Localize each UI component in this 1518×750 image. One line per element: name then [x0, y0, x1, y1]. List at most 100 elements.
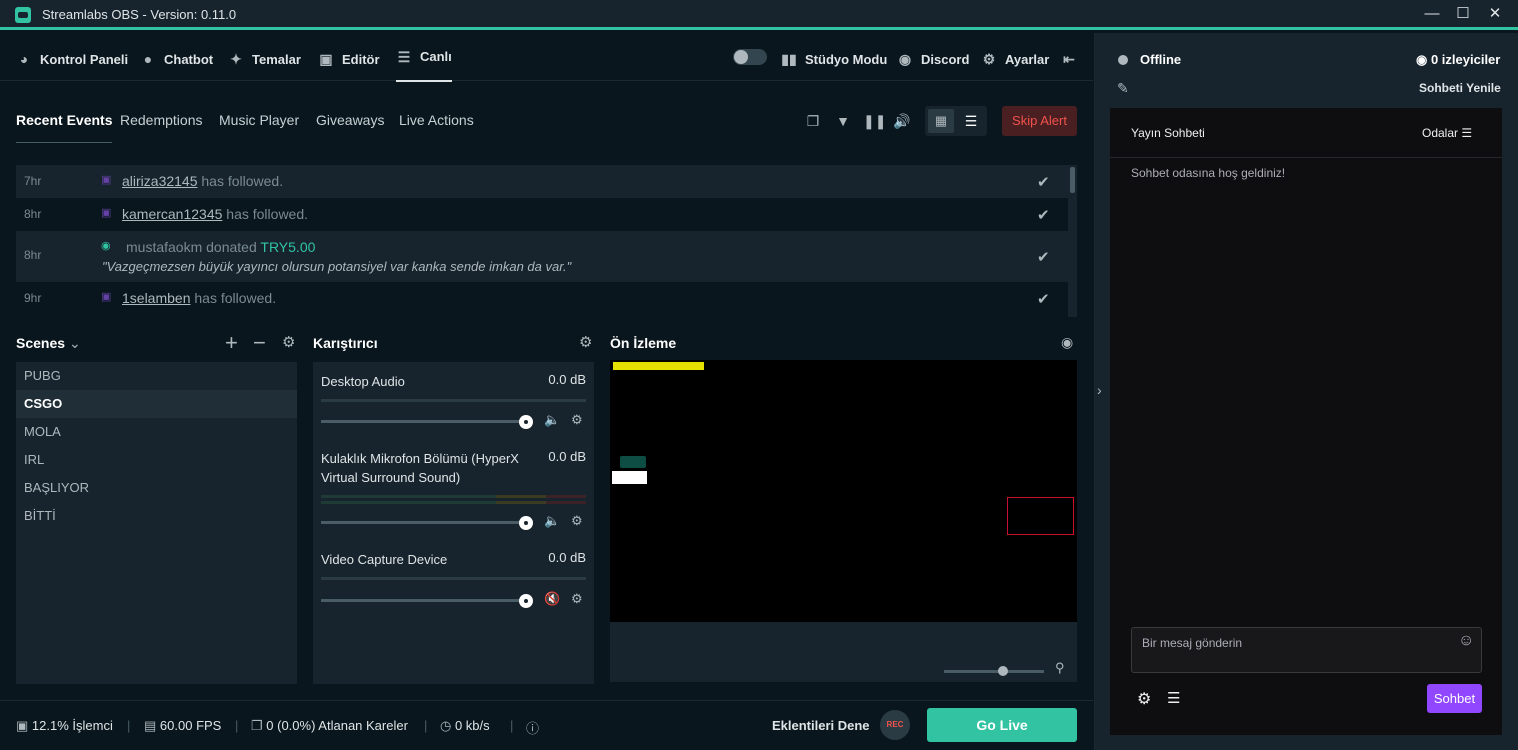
- event-time: 8hr: [24, 248, 42, 262]
- remove-scene-icon[interactable]: −: [253, 330, 266, 356]
- mixer-source-db: 0.0 dB: [548, 372, 586, 387]
- eye-icon[interactable]: ◉: [1061, 334, 1073, 351]
- divider: |: [424, 718, 428, 733]
- emote-icon[interactable]: ☺: [1458, 632, 1474, 650]
- list-view-icon[interactable]: ☰: [958, 109, 984, 133]
- nav-item-chatbot[interactable]: ● Chatbot: [140, 49, 213, 69]
- studio-mode-button[interactable]: ▮▮ Stüdyo Modu: [781, 49, 887, 69]
- cpu-icon: ▣: [16, 718, 29, 733]
- mixer-settings-icon[interactable]: ⚙: [579, 333, 592, 351]
- chat-list-icon[interactable]: ☰: [1167, 689, 1180, 707]
- twitch-icon: ▣: [101, 291, 112, 303]
- night-mode-toggle[interactable]: [733, 49, 767, 65]
- rooms-button[interactable]: Odalar ☰: [1422, 126, 1472, 140]
- speaker-icon[interactable]: 🔈: [544, 412, 560, 428]
- audio-mixer: Desktop Audio 0.0 dB 🔈 ⚙ Kulaklık Mikrof…: [313, 362, 594, 684]
- scene-item[interactable]: BAŞLIYOR: [16, 474, 297, 502]
- event-user-link[interactable]: aliriza32145: [122, 173, 198, 189]
- tab-live-actions[interactable]: Live Actions: [399, 112, 474, 128]
- check-icon[interactable]: ✔: [1037, 248, 1050, 266]
- window-title: Streamlabs OBS - Version: 0.11.0: [42, 7, 237, 22]
- nav-item-editor[interactable]: ▣ Editör: [318, 49, 379, 69]
- event-user-link[interactable]: 1selamben: [122, 290, 191, 306]
- volume-meter: [321, 501, 586, 504]
- tab-recent-events[interactable]: Recent Events: [16, 112, 113, 143]
- send-chat-button[interactable]: Sohbet: [1427, 684, 1482, 713]
- chat-settings-icon[interactable]: ⚙: [1137, 689, 1151, 709]
- event-message: 1selamben has followed.: [122, 290, 277, 306]
- volume-meter: [321, 399, 586, 402]
- volume-slider-knob[interactable]: [519, 516, 533, 530]
- close-icon[interactable]: ✕: [1485, 5, 1505, 23]
- frames-icon: ❐: [251, 718, 263, 733]
- nav-item-live[interactable]: ☰ Canlı: [396, 49, 452, 82]
- volume-icon[interactable]: 🔊: [893, 112, 911, 130]
- preview-zoom-knob[interactable]: [998, 666, 1008, 676]
- preview-zoom-slider[interactable]: [944, 670, 1044, 673]
- add-scene-icon[interactable]: +: [225, 330, 238, 356]
- scenes-title[interactable]: Scenes ⌄: [16, 335, 81, 352]
- events-scrollbar[interactable]: [1068, 165, 1077, 317]
- volume-slider[interactable]: [321, 521, 526, 524]
- event-time: 8hr: [24, 207, 42, 221]
- tab-giveaways[interactable]: Giveaways: [316, 112, 384, 128]
- speaker-icon[interactable]: 🔈: [544, 513, 560, 529]
- muted-speaker-icon[interactable]: 🔇: [544, 591, 560, 607]
- scene-settings-icon[interactable]: ⚙: [282, 333, 295, 351]
- tab-redemptions[interactable]: Redemptions: [120, 112, 203, 128]
- gear-icon[interactable]: ⚙: [571, 591, 583, 607]
- event-row: 7hr ▣ aliriza32145 has followed. ✔: [16, 165, 1068, 198]
- twitch-icon: ▣: [101, 174, 112, 186]
- check-icon[interactable]: ✔: [1037, 290, 1050, 308]
- event-message: kamercan12345 has followed.: [122, 206, 309, 222]
- scene-item[interactable]: CSGO: [16, 390, 297, 418]
- discord-button[interactable]: ◉ Discord: [897, 49, 970, 69]
- gear-icon[interactable]: ⚙: [571, 513, 583, 529]
- search-icon[interactable]: ⚲: [1055, 660, 1065, 676]
- pencil-icon[interactable]: ✎: [1117, 80, 1129, 97]
- event-user-link[interactable]: kamercan12345: [122, 206, 222, 222]
- check-icon[interactable]: ✔: [1037, 206, 1050, 224]
- view-toggle: ▦ ☰: [925, 106, 987, 136]
- popout-icon[interactable]: ❐: [804, 112, 822, 130]
- overlay-widget: [612, 471, 647, 484]
- collapse-nav-button[interactable]: ⇤: [1061, 49, 1077, 69]
- volume-slider[interactable]: [321, 599, 526, 602]
- pause-icon[interactable]: ❚❚: [863, 112, 886, 130]
- chat-bubble-icon: ●: [143, 51, 153, 67]
- minimize-icon[interactable]: —: [1422, 5, 1442, 23]
- settings-button[interactable]: ⚙ Ayarlar: [981, 49, 1050, 69]
- scene-item[interactable]: BİTTİ: [16, 502, 297, 530]
- viewer-count: ◉ 0 izleyiciler: [1416, 52, 1501, 67]
- maximize-icon[interactable]: ☐: [1453, 5, 1473, 23]
- scene-item[interactable]: IRL: [16, 446, 297, 474]
- stream-preview[interactable]: [610, 360, 1077, 622]
- event-message: aliriza32145 has followed.: [122, 173, 284, 189]
- chat-message-input[interactable]: Bir mesaj gönderin ☺: [1131, 627, 1482, 673]
- donation-note: "Vazgeçmezsen büyük yayıncı olursun pota…: [102, 259, 572, 274]
- nav-item-themes[interactable]: ✦ Temalar: [228, 49, 301, 69]
- filter-icon[interactable]: ▼: [834, 112, 852, 130]
- scene-item[interactable]: PUBG: [16, 362, 297, 390]
- record-button[interactable]: REC: [880, 710, 910, 740]
- info-icon[interactable]: ⓘ: [526, 718, 539, 737]
- grid-view-icon[interactable]: ▦: [928, 109, 954, 133]
- try-plugins-link[interactable]: Eklentileri Dene: [772, 718, 870, 733]
- volume-slider-knob[interactable]: [519, 415, 533, 429]
- skip-alert-button[interactable]: Skip Alert: [1002, 106, 1077, 136]
- divider: |: [127, 718, 131, 733]
- check-icon[interactable]: ✔: [1037, 173, 1050, 191]
- gear-icon[interactable]: ⚙: [571, 412, 583, 428]
- nav-item-dashboard[interactable]: ◕ Kontrol Paneli: [16, 49, 128, 69]
- scene-item[interactable]: MOLA: [16, 418, 297, 446]
- go-live-button[interactable]: Go Live: [927, 708, 1077, 742]
- tab-music-player[interactable]: Music Player: [219, 112, 299, 128]
- volume-slider-knob[interactable]: [519, 594, 533, 608]
- chevron-right-icon[interactable]: ›: [1097, 382, 1102, 398]
- refresh-chat-button[interactable]: Sohbeti Yenile: [1419, 81, 1501, 95]
- discord-icon: ◉: [898, 51, 912, 67]
- dropped-frames: ❐ 0 (0.0%) Atlanan Kareler: [251, 718, 408, 733]
- chat-input-placeholder: Bir mesaj gönderin: [1142, 636, 1243, 650]
- mixer-source-db: 0.0 dB: [548, 550, 586, 565]
- volume-slider[interactable]: [321, 420, 526, 423]
